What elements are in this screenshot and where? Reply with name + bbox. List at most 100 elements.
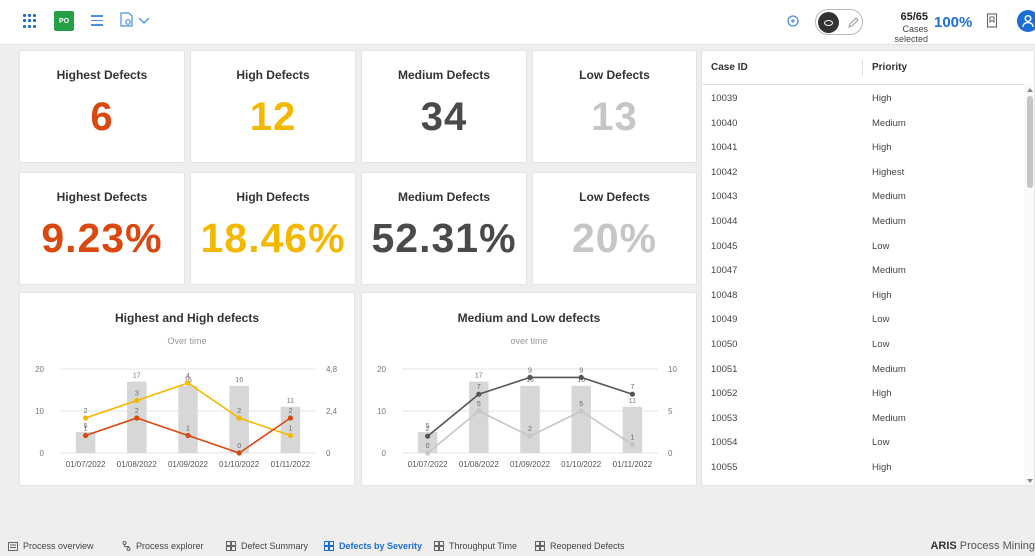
series-point — [629, 391, 635, 397]
bookmark-icon[interactable] — [986, 13, 998, 33]
x-axis-tick: 01/07/2022 — [408, 460, 449, 469]
view-toggle[interactable] — [815, 9, 863, 35]
priority-cell: Low — [872, 240, 890, 252]
priority-cell: Medium — [872, 216, 906, 227]
table-row[interactable]: 10048 High — [702, 284, 1024, 309]
x-axis-tick: 01/09/2022 — [168, 460, 209, 469]
point-label: 3 — [135, 391, 139, 398]
x-axis-tick: 01/07/2022 — [66, 460, 107, 469]
point-label: 1 — [84, 426, 88, 433]
point-label: 1 — [186, 426, 190, 433]
case-id-cell: 10055 — [711, 462, 738, 473]
table-row[interactable]: 10054 Low — [702, 431, 1024, 456]
table-row[interactable]: 10045 Low — [702, 235, 1024, 260]
user-icon[interactable] — [1017, 10, 1035, 32]
eye-icon — [818, 12, 839, 33]
series-point — [527, 374, 533, 380]
chevron-down-icon[interactable] — [137, 13, 151, 32]
table-row[interactable]: 10053 Medium — [702, 407, 1024, 432]
case-id-cell: 10053 — [711, 412, 738, 424]
tab-process-explorer[interactable]: Process explorer — [122, 541, 204, 551]
chart-card-medium-low: Medium and Low defects over time 0 10 20 0 5… — [361, 292, 697, 486]
cases-label: Cases selected — [894, 24, 928, 44]
kpi-card-highest-percent: Highest Defects 9.23% — [19, 172, 185, 285]
x-axis-tick: 01/11/2022 — [613, 460, 653, 469]
tab-throughput-time[interactable]: Throughput Time — [434, 541, 517, 551]
kpi-value: 12 — [249, 95, 297, 139]
table-row[interactable]: 10050 Low — [702, 333, 1024, 358]
column-header-case-id[interactable]: Case ID — [711, 51, 748, 84]
tab-defect-summary[interactable]: Defect Summary — [226, 541, 308, 551]
case-id-cell: 10048 — [711, 289, 738, 301]
series-point — [83, 415, 89, 421]
table-row[interactable]: 10044 Medium — [702, 210, 1024, 235]
kpi-value: 6 — [90, 95, 114, 139]
settings-icon[interactable] — [120, 12, 133, 32]
table-row[interactable]: 10055 High — [702, 456, 1024, 481]
kpi-title: Highest Defects — [56, 68, 148, 82]
tab-label: Reopened Defects — [550, 541, 625, 551]
table-row[interactable]: 10039 High — [702, 87, 1024, 112]
bar-label: 11 — [287, 398, 294, 405]
tab-defects-by-severity[interactable]: Defects by Severity — [324, 541, 422, 551]
chart-card-highest-high: Highest and High defects Over time 0 10 20… — [19, 292, 355, 486]
case-id-cell: 10044 — [711, 216, 738, 227]
series-point — [236, 450, 242, 456]
kpi-value: 52.31% — [371, 215, 517, 261]
series-point — [83, 432, 89, 439]
point-label: 5 — [579, 401, 583, 408]
y-axis-tick-left: 10 — [35, 407, 44, 416]
table-row[interactable]: 10047 Medium — [702, 259, 1024, 284]
case-table: Case ID Priority 10039 High 10040 Medium 100… — [701, 50, 1035, 486]
series-point — [134, 397, 140, 404]
series-point — [425, 450, 431, 456]
scroll-up-icon[interactable] — [1027, 88, 1033, 92]
menu-icon[interactable] — [91, 15, 103, 26]
y-axis-tick-left: 0 — [382, 449, 387, 458]
priority-cell: Low — [872, 339, 890, 350]
x-axis-tick: 01/11/2022 — [271, 460, 311, 469]
series-point — [476, 391, 482, 397]
kpi-card-highest-count: Highest Defects 6 — [19, 50, 185, 163]
y-axis-tick-left: 20 — [377, 365, 386, 374]
scroll-thumb[interactable] — [1027, 96, 1033, 188]
table-row[interactable]: 10043 Medium — [702, 185, 1024, 210]
top-toolbar: PO 65/65 Cases selected 100% — [0, 0, 1035, 45]
table-row[interactable]: 10052 High — [702, 382, 1024, 407]
series-point — [185, 432, 191, 439]
priority-cell: High — [872, 462, 892, 473]
tab-label: Defect Summary — [241, 541, 309, 551]
table-row[interactable]: 10041 High — [702, 136, 1024, 161]
table-row[interactable]: 10051 Medium — [702, 358, 1024, 383]
table-row[interactable]: 10049 Low — [702, 308, 1024, 333]
tab-label: Throughput Time — [449, 541, 518, 551]
table-row[interactable]: 10042 Highest — [702, 161, 1024, 186]
point-label: 7 — [630, 384, 634, 391]
case-id-cell: 10041 — [711, 142, 738, 154]
column-divider[interactable] — [862, 59, 863, 76]
case-id-cell: 10049 — [711, 314, 738, 326]
kpi-card-medium-count: Medium Defects 34 — [361, 50, 527, 163]
refresh-icon[interactable] — [786, 14, 800, 33]
point-label: 2 — [84, 408, 88, 415]
cases-count: 65/65 — [900, 11, 928, 23]
case-id-cell: 10045 — [711, 240, 738, 252]
priority-cell: High — [872, 142, 892, 154]
case-id-cell: 10052 — [711, 388, 738, 400]
point-label: 9 — [528, 367, 532, 374]
pencil-icon — [847, 16, 859, 34]
dashboard-icon — [324, 541, 334, 551]
y-axis-tick-right: 4,8 — [326, 365, 338, 374]
brand-logo: ARIS Process Mining — [930, 540, 1035, 552]
tab-reopened-defects[interactable]: Reopened Defects — [535, 541, 625, 551]
table-row[interactable]: 10040 Medium — [702, 112, 1024, 137]
tab-process-overview[interactable]: Process overview — [8, 541, 94, 551]
table-scrollbar[interactable] — [1024, 84, 1034, 485]
column-header-priority[interactable]: Priority — [872, 51, 907, 84]
y-axis-tick-left: 10 — [377, 407, 386, 416]
app-badge[interactable]: PO — [54, 11, 74, 31]
apps-grid-icon[interactable] — [23, 14, 37, 28]
kpi-value: 34 — [420, 95, 468, 139]
scroll-down-icon[interactable] — [1027, 479, 1033, 483]
series-point — [236, 415, 242, 421]
